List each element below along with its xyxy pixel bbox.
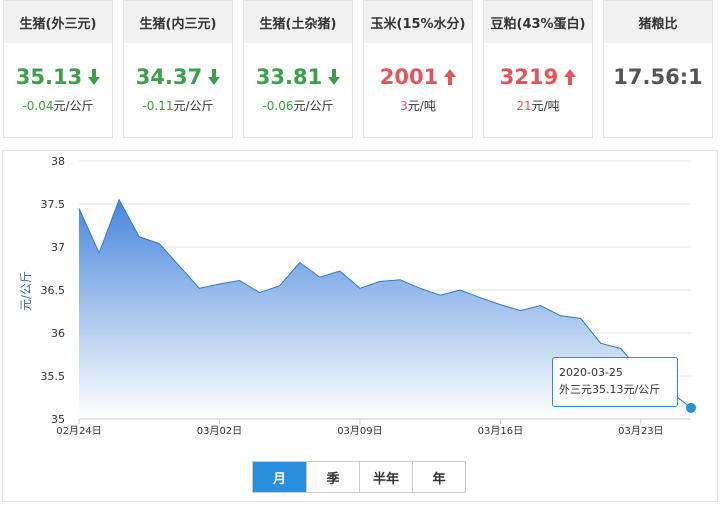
y-tick-label: 37.5 (41, 198, 66, 211)
tooltip-date: 2020-03-25 (559, 366, 623, 379)
x-tick-label: 03月23日 (618, 425, 663, 437)
change-amount: 21 (516, 99, 532, 113)
card-value: 3219 (499, 65, 559, 89)
card-change: -0.04元/公斤 (4, 97, 112, 114)
card-value: 34.37 (135, 65, 203, 89)
price-card: 猪粮比 17.56:1 (603, 0, 713, 138)
change-unit: 元/公斤 (173, 99, 214, 113)
chart-panel: 35 35.5 36 36.5 37 37.5 38 02月24日 03月02日 03月09日 0… (2, 150, 718, 502)
card-value: 33.81 (255, 65, 323, 89)
chart-tooltip: 2020-03-25 外三元35.13元/公斤 (552, 357, 678, 407)
change-unit: 元/吨 (407, 99, 436, 113)
y-axis-label: 元/公斤 (19, 271, 33, 311)
card-value: 17.56:1 (613, 65, 703, 89)
tab-quarter[interactable]: 季 (306, 462, 359, 492)
tooltip-value: 外三元35.13元/公斤 (559, 383, 661, 396)
y-tick-label: 36.5 (41, 284, 66, 297)
price-card: 生猪(土杂猪) 33.81 -0.06元/公斤 (243, 0, 353, 138)
change-unit: 元/公斤 (53, 99, 94, 113)
y-tick-label: 37 (51, 241, 65, 254)
x-tick-label: 02月24日 (56, 425, 101, 437)
data-point[interactable] (686, 402, 696, 413)
change-unit: 元/公斤 (293, 99, 334, 113)
card-title: 玉米(15%水分) (364, 1, 472, 43)
change-unit: 元/吨 (531, 99, 560, 113)
card-change: -0.06元/公斤 (244, 97, 352, 114)
arrow-up-icon (564, 69, 577, 85)
card-title: 生猪(内三元) (124, 1, 232, 43)
x-tick-label: 03月02日 (197, 425, 242, 437)
price-chart: 35 35.5 36 36.5 37 37.5 38 02月24日 03月02日 03月09日 0… (19, 155, 696, 437)
price-card: 生猪(外三元) 35.13 -0.04元/公斤 (3, 0, 113, 138)
card-change: 21元/吨 (484, 97, 592, 114)
change-amount: -0.06 (262, 99, 294, 113)
arrow-down-icon (208, 69, 221, 85)
card-title: 生猪(土杂猪) (244, 1, 352, 43)
tab-half-year[interactable]: 半年 (359, 462, 412, 492)
card-title: 生猪(外三元) (4, 1, 112, 43)
card-title: 豆粕(43%蛋白) (484, 1, 592, 43)
arrow-up-icon (444, 69, 457, 85)
x-tick-label: 03月16日 (478, 425, 523, 437)
price-card: 玉米(15%水分) 2001 3元/吨 (363, 0, 473, 138)
y-tick-label: 36 (51, 327, 65, 340)
x-tick-label: 03月09日 (337, 425, 382, 437)
y-tick-label: 38 (51, 155, 65, 168)
change-amount: -0.04 (22, 99, 54, 113)
card-title: 猪粮比 (604, 1, 712, 43)
card-value: 35.13 (15, 65, 83, 89)
change-amount: -0.11 (142, 99, 174, 113)
card-change: 3元/吨 (364, 97, 472, 114)
arrow-down-icon (88, 69, 101, 85)
card-change: -0.11元/公斤 (124, 97, 232, 114)
y-tick-label: 35 (51, 413, 65, 426)
price-card: 豆粕(43%蛋白) 3219 21元/吨 (483, 0, 593, 138)
tab-month[interactable]: 月 (253, 462, 306, 492)
arrow-down-icon (328, 69, 341, 85)
price-card: 生猪(内三元) 34.37 -0.11元/公斤 (123, 0, 233, 138)
period-tabs: 月 季 半年 年 (252, 461, 466, 493)
card-value: 2001 (379, 65, 439, 89)
tab-year[interactable]: 年 (412, 462, 465, 492)
y-tick-label: 35.5 (41, 370, 66, 383)
change-amount: 3 (400, 99, 408, 113)
